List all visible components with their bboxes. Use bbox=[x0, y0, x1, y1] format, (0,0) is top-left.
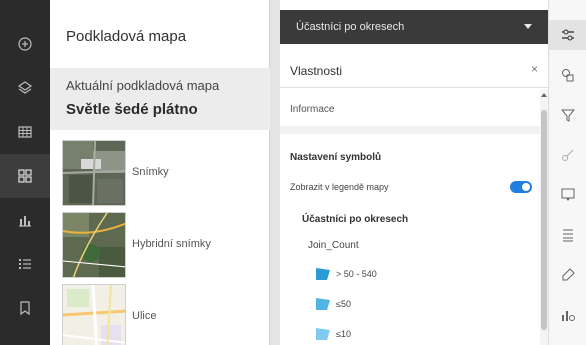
layer-selector[interactable]: Účastníci po okresech bbox=[280, 10, 548, 44]
properties-panel: Účastníci po okresech Vlastnosti × Infor… bbox=[280, 0, 548, 345]
charts-button[interactable] bbox=[0, 198, 50, 242]
table-icon bbox=[18, 126, 32, 138]
scrollbar-thumb[interactable] bbox=[541, 110, 547, 330]
current-basemap-value: Světle šedé plátno bbox=[66, 101, 198, 118]
filter-icon bbox=[560, 109, 576, 122]
properties-header: Vlastnosti × bbox=[280, 50, 548, 88]
layers-icon bbox=[17, 81, 33, 94]
fields-icon bbox=[563, 229, 573, 242]
imagery-thumbnail bbox=[62, 140, 126, 206]
layers-button[interactable] bbox=[0, 66, 50, 110]
symbol-class-row[interactable]: ≤10 bbox=[316, 326, 476, 342]
add-button[interactable] bbox=[0, 22, 50, 66]
legend-layer-name: Účastníci po okresech bbox=[302, 214, 409, 225]
current-basemap-label: Aktuální podkladová mapa bbox=[66, 78, 220, 93]
symbol-class-label: > 50 - 540 bbox=[336, 269, 377, 279]
basemap-option-label: Ulice bbox=[132, 310, 157, 322]
effects-icon bbox=[562, 149, 574, 161]
add-icon bbox=[18, 37, 32, 51]
bookmarks-button[interactable] bbox=[0, 286, 50, 330]
symbol-swatch-icon bbox=[316, 268, 330, 280]
styles-tool-button[interactable] bbox=[549, 60, 586, 90]
properties-title: Vlastnosti bbox=[290, 64, 343, 78]
table-button[interactable] bbox=[0, 110, 50, 154]
basemap-panel: Podkladová mapa Aktuální podkladová mapa… bbox=[50, 0, 270, 345]
layer-selector-value: Účastníci po okresech bbox=[296, 21, 405, 33]
properties-tool-button[interactable] bbox=[549, 20, 586, 50]
symbol-swatch-icon bbox=[316, 328, 330, 340]
symbol-class-label: ≤50 bbox=[336, 299, 351, 309]
symbol-class-label: ≤10 bbox=[336, 329, 351, 339]
labels-icon bbox=[562, 268, 575, 281]
fields-tool-button[interactable] bbox=[549, 220, 586, 250]
section-separator bbox=[280, 126, 540, 134]
charts-icon bbox=[19, 216, 31, 227]
properties-icon bbox=[562, 29, 574, 41]
information-section[interactable]: Informace bbox=[290, 104, 334, 115]
configure-charts-tool-button[interactable] bbox=[549, 300, 586, 330]
basemap-title: Podkladová mapa bbox=[66, 28, 187, 45]
basemap-gallery-icon bbox=[18, 169, 32, 183]
streets-thumbnail bbox=[62, 284, 126, 345]
basemap-option-label: Hybridní snímky bbox=[132, 238, 211, 250]
close-icon[interactable]: × bbox=[531, 62, 538, 76]
chevron-down-icon bbox=[524, 24, 532, 29]
popups-tool-button[interactable] bbox=[549, 180, 586, 210]
legend-icon bbox=[19, 259, 31, 269]
basemap-option-imagery[interactable]: Snímky bbox=[62, 140, 262, 206]
basemap-option-hybrid[interactable]: Hybridní snímky bbox=[62, 212, 262, 278]
show-in-legend-toggle[interactable] bbox=[510, 181, 532, 193]
symbol-class-row[interactable]: ≤50 bbox=[316, 296, 476, 312]
symbol-settings-heading: Nastavení symbolů bbox=[290, 152, 382, 163]
effects-tool-button[interactable] bbox=[549, 140, 586, 170]
filter-tool-button[interactable] bbox=[549, 100, 586, 130]
styles-icon bbox=[562, 69, 574, 82]
popups-icon bbox=[561, 188, 575, 201]
show-in-legend-label: Zobrazit v legendě mapy bbox=[290, 182, 389, 192]
labels-tool-button[interactable] bbox=[549, 260, 586, 290]
hybrid-imagery-thumbnail bbox=[62, 212, 126, 278]
basemap-option-label: Snímky bbox=[132, 166, 169, 178]
left-toolbar bbox=[0, 0, 50, 345]
configure-charts-icon bbox=[562, 311, 575, 321]
toggle-knob bbox=[522, 183, 530, 191]
panel-divider bbox=[270, 0, 280, 345]
bookmark-icon bbox=[20, 301, 30, 316]
scroll-up-icon[interactable] bbox=[541, 93, 547, 97]
basemap-option-streets[interactable]: Ulice bbox=[62, 284, 262, 345]
symbol-swatch-icon bbox=[316, 298, 330, 310]
symbol-class-row[interactable]: > 50 - 540 bbox=[316, 266, 476, 282]
legend-button[interactable] bbox=[0, 242, 50, 286]
current-basemap: Aktuální podkladová mapa Světle šedé plá… bbox=[50, 68, 270, 130]
legend-field-name: Join_Count bbox=[308, 240, 359, 251]
basemap-gallery-button[interactable] bbox=[0, 154, 50, 198]
right-toolbar bbox=[548, 0, 586, 345]
